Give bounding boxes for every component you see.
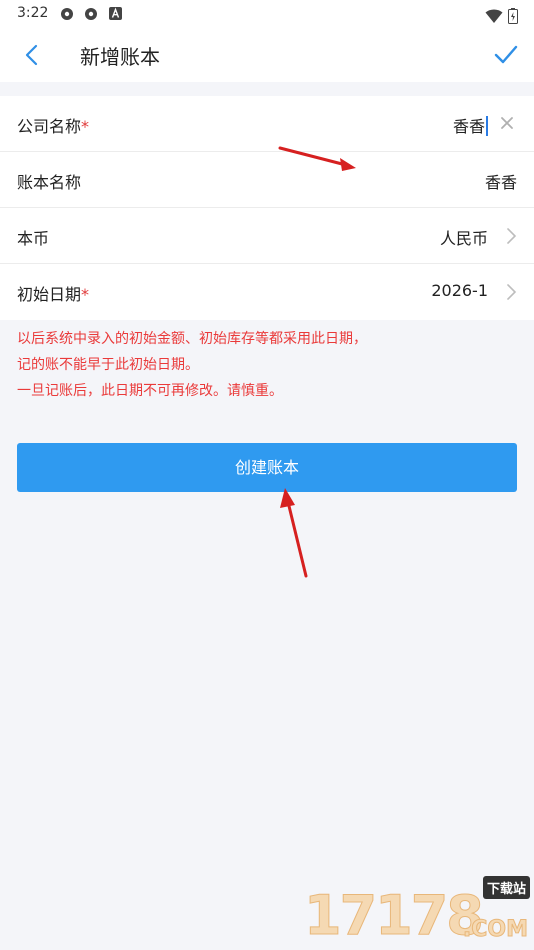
ledger-name-label: 账本名称 bbox=[17, 173, 82, 192]
currency-row[interactable]: 本币 人民币 bbox=[0, 208, 534, 264]
company-name-row[interactable]: 公司名称* 香香 bbox=[0, 96, 534, 152]
status-bar: 3:22 bbox=[0, 0, 534, 28]
site-watermark: 17178 下载站 .COM bbox=[304, 876, 532, 948]
a-icon bbox=[109, 7, 122, 20]
date-notice: 以后系统中录入的初始金额、初始库存等都采用此日期， 记的账不能早于此初始日期。 … bbox=[17, 326, 517, 404]
start-date-value: 2026-1 bbox=[431, 281, 488, 300]
chevron-left-icon[interactable] bbox=[18, 41, 46, 69]
wifi-icon bbox=[485, 9, 503, 23]
notice-line: 一旦记账后，此日期不可再修改。请慎重。 bbox=[17, 383, 283, 399]
required-mark: * bbox=[81, 285, 90, 304]
app-bar: 新增账本 bbox=[0, 28, 534, 82]
ledger-name-input[interactable]: 香香 bbox=[485, 169, 517, 193]
start-date-row[interactable]: 初始日期* 2026-1 bbox=[0, 264, 534, 320]
chevron-right-icon bbox=[507, 284, 517, 300]
watermark-tag: 下载站 bbox=[482, 876, 530, 899]
annotation-arrow bbox=[278, 146, 356, 171]
check-icon[interactable] bbox=[492, 41, 520, 69]
clear-icon[interactable] bbox=[498, 114, 516, 132]
start-date-label: 初始日期* bbox=[17, 285, 90, 304]
annotation-arrow bbox=[280, 488, 308, 578]
currency-label: 本币 bbox=[17, 229, 50, 248]
create-ledger-button[interactable]: 创建账本 bbox=[17, 443, 517, 492]
status-time: 3:22 bbox=[17, 5, 49, 21]
page-title: 新增账本 bbox=[80, 45, 160, 69]
ledger-name-row[interactable]: 账本名称 香香 bbox=[0, 152, 534, 208]
company-name-label: 公司名称* bbox=[17, 117, 90, 136]
ledger-form: 公司名称* 香香 账本名称 香香 本币 人民币 初始日期* 2026-1 bbox=[0, 96, 534, 320]
chevron-right-icon bbox=[507, 228, 517, 244]
watermark-number: 17178 bbox=[304, 884, 485, 948]
notice-line: 以后系统中录入的初始金额、初始库存等都采用此日期， bbox=[17, 331, 367, 347]
company-name-input[interactable]: 香香 bbox=[453, 113, 488, 137]
watermark-suffix: .COM bbox=[462, 917, 528, 943]
app-icon bbox=[85, 8, 97, 20]
text-cursor bbox=[486, 116, 488, 136]
battery-icon bbox=[508, 7, 518, 24]
status-right bbox=[485, 5, 518, 24]
currency-value: 人民币 bbox=[439, 229, 488, 248]
notice-line: 记的账不能早于此初始日期。 bbox=[17, 357, 199, 373]
app-icon bbox=[61, 8, 73, 20]
required-mark: * bbox=[81, 117, 90, 136]
